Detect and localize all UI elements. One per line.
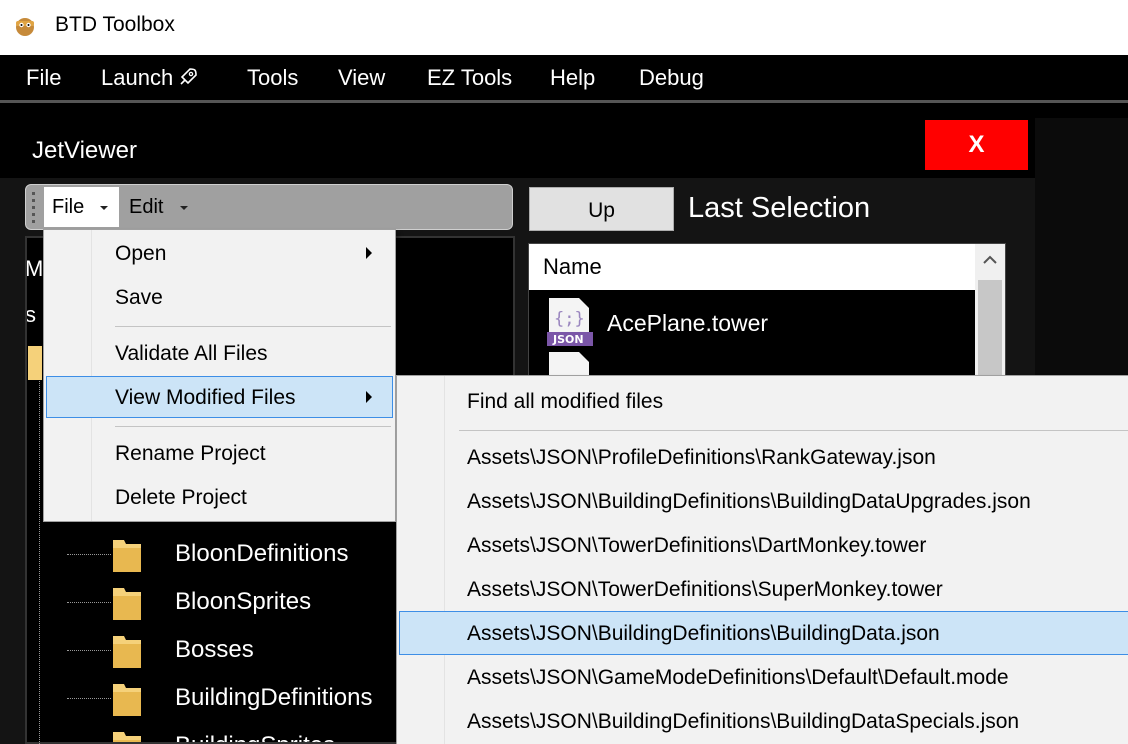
- modified-file-item[interactable]: Assets\JSON\BuildingDefinitions\Building…: [399, 479, 1128, 523]
- jetviewer-edit-menu[interactable]: Edit: [121, 187, 201, 227]
- close-button[interactable]: X: [925, 120, 1028, 170]
- app-logo-icon: [16, 18, 34, 36]
- modified-file-item[interactable]: Assets\JSON\TowerDefinitions\DartMonkey.…: [399, 523, 1128, 567]
- menu-item-label: Rename Project: [115, 442, 266, 465]
- menu-item-label: Assets\JSON\TowerDefinitions\DartMonkey.…: [467, 534, 927, 557]
- folder-icon: [113, 684, 141, 716]
- menu-item-label: Validate All Files: [115, 342, 268, 365]
- menu-file[interactable]: File: [26, 65, 61, 91]
- grip-dot: [32, 206, 35, 209]
- menu-item-delete-project[interactable]: Delete Project: [46, 476, 393, 518]
- menu-item-find-all-modified[interactable]: Find all modified files: [399, 379, 1128, 423]
- menu-help[interactable]: Help: [550, 65, 595, 91]
- menu-item-label: Save: [115, 286, 163, 309]
- menu-tools-label: Tools: [247, 65, 299, 90]
- menu-ez-tools[interactable]: EZ Tools: [427, 65, 512, 91]
- jetviewer-edit-label: Edit: [129, 196, 164, 218]
- list-item[interactable]: {;} JSON AcePlane.tower: [529, 290, 975, 346]
- json-file-icon: {;} JSON: [547, 298, 593, 346]
- menu-item-label: Assets\JSON\BuildingDefinitions\Building…: [467, 622, 940, 645]
- menu-item-validate-all-files[interactable]: Validate All Files: [46, 332, 393, 374]
- modified-file-item[interactable]: Assets\JSON\ProfileDefinitions\RankGatew…: [399, 435, 1128, 479]
- up-button[interactable]: Up: [529, 187, 674, 231]
- close-icon: X: [968, 131, 985, 158]
- file-name: AcePlane.tower: [607, 310, 769, 336]
- modified-file-item[interactable]: Assets\JSON\BuildingDefinitions\Building…: [399, 611, 1128, 655]
- menu-help-label: Help: [550, 65, 596, 90]
- menu-item-label: Open: [115, 242, 167, 265]
- jetviewer-header: [0, 118, 1035, 178]
- tree-connector: [67, 554, 111, 555]
- grip-dot: [32, 213, 35, 216]
- tree-item-label: BuildingDefinitions: [175, 684, 373, 711]
- grip-dot: [32, 220, 35, 223]
- menu-item-rename-project[interactable]: Rename Project: [46, 432, 393, 474]
- jetviewer-file-menu[interactable]: File: [44, 187, 119, 227]
- menu-item-view-modified-files[interactable]: View Modified Files: [46, 376, 393, 418]
- modified-file-item[interactable]: Assets\JSON\TowerDefinitions\SuperMonkey…: [399, 567, 1128, 611]
- menu-separator: [115, 326, 391, 327]
- menu-view[interactable]: View: [338, 65, 385, 91]
- modified-files-submenu: Find all modified files Assets\JSON\Prof…: [396, 375, 1128, 744]
- menu-item-save[interactable]: Save: [46, 276, 393, 318]
- menu-item-open[interactable]: Open: [46, 232, 393, 274]
- rocket-icon: [180, 68, 197, 85]
- modified-file-item[interactable]: Assets\JSON\GameModeDefinitions\Default\…: [399, 655, 1128, 699]
- jetviewer-file-label: File: [52, 196, 85, 218]
- menu-separator: [115, 426, 391, 427]
- tree-connector: [67, 602, 111, 603]
- up-button-label: Up: [588, 199, 615, 222]
- tree-connector: [67, 650, 111, 651]
- chevron-right-icon: [366, 247, 372, 259]
- menu-launch-label: Launch: [101, 65, 174, 90]
- tree-item-label: BuildingSprites: [175, 732, 335, 742]
- chevron-down-icon: [180, 206, 188, 210]
- menu-item-label: Assets\JSON\BuildingDefinitions\Building…: [467, 490, 1031, 513]
- tree-connector: [67, 698, 111, 699]
- grip-dot: [32, 199, 35, 202]
- folder-icon: [28, 346, 42, 380]
- tree-partial-label: s: [25, 302, 36, 327]
- column-header-label: Name: [543, 254, 602, 279]
- toolbar-grip-icon[interactable]: [31, 190, 37, 224]
- menu-file-label: File: [26, 65, 62, 90]
- menu-debug-label: Debug: [639, 65, 704, 90]
- main-menubar: File Launch Tools View EZ Tools Help Deb…: [0, 55, 1128, 103]
- list-header-name[interactable]: Name: [529, 244, 975, 290]
- folder-icon: [113, 732, 141, 742]
- json-glyph: {;}: [554, 309, 585, 329]
- file-dropdown-menu: Open Save Validate All Files View Modifi…: [43, 229, 396, 522]
- menu-view-label: View: [338, 65, 386, 90]
- menu-item-label: Assets\JSON\GameModeDefinitions\Default\…: [467, 666, 1009, 689]
- modified-file-item[interactable]: Assets\JSON\BuildingDefinitions\Building…: [399, 699, 1128, 743]
- jetviewer-title: JetViewer: [32, 137, 137, 164]
- menu-item-label: Assets\JSON\TowerDefinitions\SuperMonkey…: [467, 578, 943, 601]
- tree-item-label: Bosses: [175, 636, 254, 663]
- menu-item-label: Assets\JSON\BuildingDefinitions\Building…: [467, 710, 1020, 733]
- window-title: BTD Toolbox: [55, 13, 175, 36]
- last-selection-label: Last Selection: [688, 192, 871, 224]
- chevron-up-icon[interactable]: [975, 244, 1005, 276]
- menu-tools[interactable]: Tools: [247, 65, 298, 91]
- grip-dot: [32, 192, 35, 195]
- menu-item-label: View Modified Files: [115, 386, 296, 409]
- folder-icon: [113, 588, 141, 620]
- menu-separator: [459, 430, 1128, 431]
- chevron-right-icon: [366, 391, 372, 403]
- tree-item-label: BloonDefinitions: [175, 540, 349, 567]
- menu-item-label: Delete Project: [115, 486, 247, 509]
- chevron-down-icon: [100, 206, 108, 210]
- tree-partial-label: M: [25, 256, 44, 281]
- menu-debug[interactable]: Debug: [639, 65, 704, 91]
- menu-item-label: Find all modified files: [467, 390, 664, 413]
- tree-item-label: BloonSprites: [175, 588, 312, 615]
- folder-icon: [113, 540, 141, 572]
- folder-icon: [113, 636, 141, 668]
- menu-item-label: Assets\JSON\ProfileDefinitions\RankGatew…: [467, 446, 936, 469]
- menu-ez-tools-label: EZ Tools: [427, 65, 513, 90]
- tree-connector-line: [39, 378, 40, 744]
- menu-launch[interactable]: Launch: [101, 65, 199, 91]
